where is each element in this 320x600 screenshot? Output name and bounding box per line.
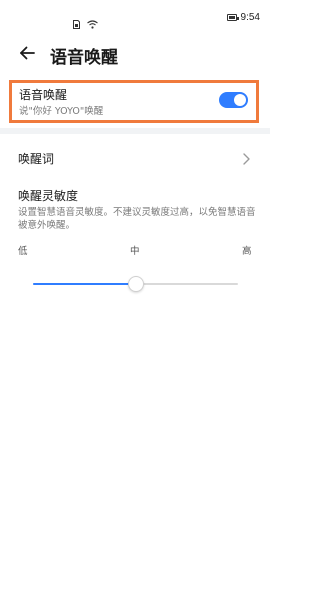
voice-wake-settings-screen: 9:54 语音唤醒 语音唤醒 说"你好 YOYO"唤醒 唤醒词 唤醒灵敏度 设置… xyxy=(0,0,270,600)
voice-wake-subtitle: 说"你好 YOYO"唤醒 xyxy=(19,106,104,117)
sensitivity-high-label: 高 xyxy=(242,246,252,257)
sensitivity-slider[interactable] xyxy=(33,276,238,292)
wake-word-row[interactable]: 唤醒词 xyxy=(0,142,270,174)
status-bar: 9:54 xyxy=(0,0,270,40)
wifi-icon xyxy=(87,14,98,33)
sensitivity-title: 唤醒灵敏度 xyxy=(18,189,79,203)
status-bar-left-icons xyxy=(73,14,98,33)
sensitivity-low-label: 低 xyxy=(18,246,28,257)
title-bar: 语音唤醒 xyxy=(0,38,270,70)
back-button[interactable] xyxy=(14,41,40,67)
back-arrow-icon xyxy=(19,45,35,64)
sensitivity-description: 设置智慧语音灵敏度。不建议灵敏度过高，以免智慧语音被意外唤醒。 xyxy=(18,207,256,231)
voice-wake-row[interactable]: 语音唤醒 说"你好 YOYO"唤醒 xyxy=(9,80,259,123)
section-divider xyxy=(0,128,270,134)
battery-icon xyxy=(226,14,239,21)
slider-thumb[interactable] xyxy=(128,276,144,292)
status-time: 9:54 xyxy=(240,12,260,23)
sim-card-icon xyxy=(73,14,80,33)
sensitivity-mid-label: 中 xyxy=(130,246,140,257)
chevron-right-icon xyxy=(240,151,252,165)
wake-word-label: 唤醒词 xyxy=(18,152,55,166)
status-bar-right: 9:54 xyxy=(226,12,260,23)
slider-fill xyxy=(33,283,136,285)
page-title: 语音唤醒 xyxy=(50,48,118,68)
voice-wake-label: 语音唤醒 xyxy=(19,88,68,102)
toggle-knob xyxy=(234,94,246,106)
voice-wake-toggle[interactable] xyxy=(219,92,248,108)
